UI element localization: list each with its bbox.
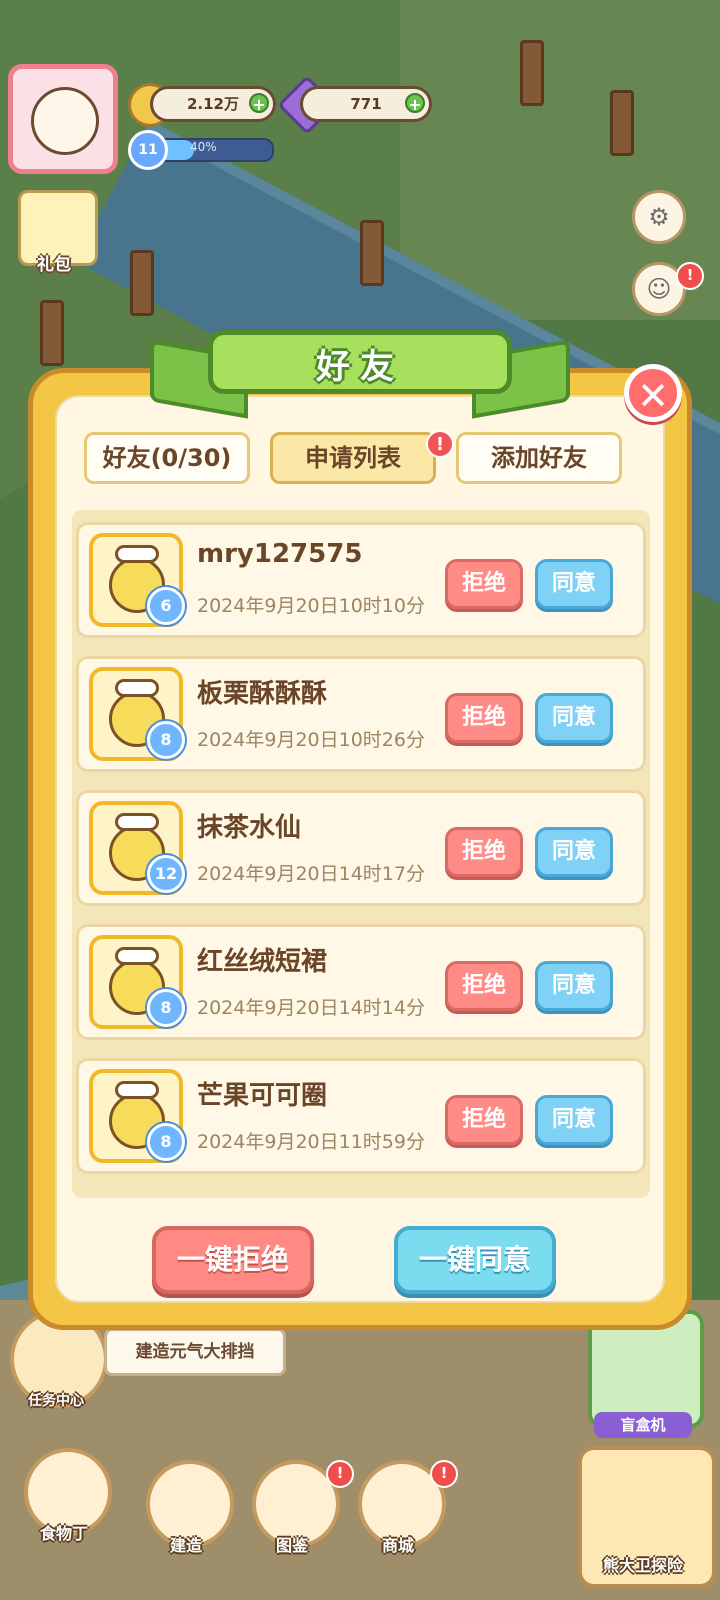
collection-alert-badge: ! (326, 1460, 354, 1488)
accept-button[interactable]: 同意 (535, 693, 613, 743)
request-alert-badge: ! (426, 430, 454, 458)
request-time: 2024年9月20日14时14分 (197, 997, 425, 1019)
nav-build-label: 建造 (169, 1536, 202, 1555)
coin-counter[interactable]: 2.12万 + (150, 86, 276, 122)
dialog-title: 好友 (208, 330, 512, 394)
nav-build[interactable]: 建造 (140, 1460, 234, 1560)
shop-alert-badge: ! (430, 1460, 458, 1488)
task-center-label: 任务中心 (28, 1393, 84, 1409)
request-time: 2024年9月20日14时17分 (197, 863, 425, 885)
close-icon: ✕ (637, 374, 669, 418)
request-row: 8 红丝绒短裙 2024年9月20日14时14分 拒绝 同意 (76, 924, 646, 1040)
chef-hat-icon (115, 947, 159, 965)
level-badge: 11 (128, 130, 168, 170)
accept-all-button[interactable]: 一键同意 (394, 1226, 556, 1294)
blind-box-label: 盲盒机 (594, 1412, 692, 1438)
reject-button[interactable]: 拒绝 (445, 559, 523, 609)
reject-button[interactable]: 拒绝 (445, 693, 523, 743)
add-coins-button[interactable]: + (249, 93, 269, 114)
requester-level-badge: 6 (147, 587, 185, 625)
tab-friends[interactable]: 好友(0/30) (84, 432, 250, 484)
gift-pack-label: 礼包 (37, 255, 71, 275)
accept-button[interactable]: 同意 (535, 559, 613, 609)
nav-food[interactable]: 食物丁 (18, 1448, 112, 1548)
request-list[interactable]: 6 mry127575 2024年9月20日10时10分 拒绝 同意 8 板栗酥… (72, 510, 650, 1198)
nav-food-label: 食物丁 (39, 1524, 88, 1543)
requester-level-badge: 8 (147, 989, 185, 1027)
chef-hat-icon (115, 1081, 159, 1099)
current-task-tip[interactable]: 建造元气大排挡 (104, 1328, 286, 1376)
request-row: 8 板栗酥酥酥 2024年9月20日10时26分 拒绝 同意 (76, 656, 646, 772)
gear-icon[interactable]: ⚙ (632, 190, 686, 244)
reject-button[interactable]: 拒绝 (445, 1095, 523, 1145)
request-row: 8 芒果可可圈 2024年9月20日11时59分 拒绝 同意 (76, 1058, 646, 1174)
reject-button[interactable]: 拒绝 (445, 961, 523, 1011)
requester-level-badge: 12 (147, 855, 185, 893)
nav-collection-label: 图鉴 (275, 1536, 308, 1555)
coin-amount: 2.12万 (186, 95, 239, 113)
request-row: 12 抹茶水仙 2024年9月20日14时17分 拒绝 同意 (76, 790, 646, 906)
avatar-image (31, 87, 99, 155)
accept-button[interactable]: 同意 (535, 1095, 613, 1145)
accept-button[interactable]: 同意 (535, 827, 613, 877)
requester-name: 芒果可可圈 (197, 1081, 328, 1111)
nav-shop-label: 商城 (381, 1536, 414, 1555)
request-time: 2024年9月20日11时59分 (197, 1131, 425, 1153)
chat-alert-badge: ! (676, 262, 704, 290)
explore-label: 熊大卫探险 (602, 1556, 683, 1575)
chef-hat-icon (115, 813, 159, 831)
level-progress-text: 40% (190, 140, 217, 154)
gem-amount: 771 (350, 95, 382, 113)
gem-counter[interactable]: 771 + (300, 86, 432, 122)
requester-level-badge: 8 (147, 1123, 185, 1161)
request-row: 6 mry127575 2024年9月20日10时10分 拒绝 同意 (76, 522, 646, 638)
requester-level-badge: 8 (147, 721, 185, 759)
chef-hat-icon (115, 679, 159, 697)
reject-button[interactable]: 拒绝 (445, 827, 523, 877)
tab-add-friend[interactable]: 添加好友 (456, 432, 622, 484)
chef-hat-icon (115, 545, 159, 563)
requester-name: 抹茶水仙 (197, 813, 302, 843)
requester-name: mry127575 (197, 539, 363, 569)
nav-collection[interactable]: 图鉴 (246, 1460, 340, 1560)
tab-request-list[interactable]: 申请列表 (270, 432, 436, 484)
requester-name: 红丝绒短裙 (197, 947, 328, 977)
close-button[interactable]: ✕ (624, 364, 682, 422)
requester-name: 板栗酥酥酥 (197, 679, 328, 709)
request-time: 2024年9月20日10时10分 (197, 595, 425, 617)
request-time: 2024年9月20日10时26分 (197, 729, 425, 751)
accept-button[interactable]: 同意 (535, 961, 613, 1011)
reject-all-button[interactable]: 一键拒绝 (152, 1226, 314, 1294)
dialog-title-ribbon: 好友 (150, 330, 570, 419)
player-avatar[interactable] (8, 64, 118, 174)
add-gems-button[interactable]: + (405, 93, 425, 114)
